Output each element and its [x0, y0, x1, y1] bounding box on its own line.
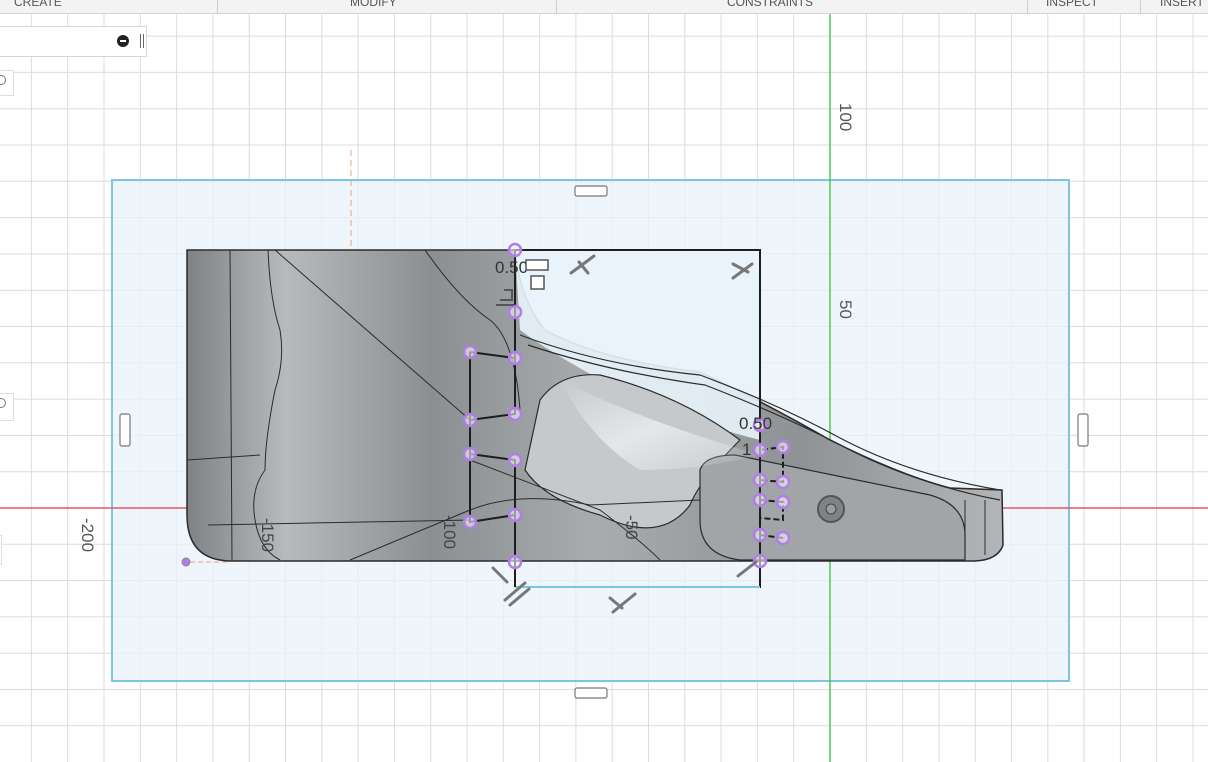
sketch-point[interactable] [507, 406, 523, 422]
sketch-point[interactable] [462, 412, 478, 428]
origin-icon[interactable] [817, 495, 845, 523]
sketch-icon[interactable] [525, 259, 549, 271]
tab-create[interactable]: CREATE [14, 0, 62, 9]
pin-icon[interactable] [140, 34, 144, 48]
sketch-point[interactable] [775, 494, 791, 510]
tab-insert[interactable]: INSERT [1160, 0, 1204, 9]
sketch-point[interactable] [507, 554, 523, 570]
browser-panel [0, 26, 147, 57]
toolbar: CREATE MODIFY CONSTRAINTS INSPECT INSERT [0, 0, 1208, 14]
sketch-point[interactable] [507, 350, 523, 366]
sketch-point[interactable] [752, 442, 768, 458]
sketch-point[interactable] [462, 344, 478, 360]
side-panel-stub[interactable] [0, 535, 2, 565]
tab-constraints[interactable]: CONSTRAINTS [727, 0, 813, 9]
circle-icon [0, 398, 6, 408]
toolbar-divider [217, 0, 218, 13]
axis-label-x-minus50: -50 [622, 515, 641, 540]
toolbar-divider [1027, 0, 1028, 13]
side-panel-stub[interactable] [0, 393, 14, 421]
dimension-label[interactable]: 1 [742, 440, 751, 459]
sketch-canvas[interactable]: 0.50 0.50 1 100 50 -200 -150 -100 -50 [0, 14, 1208, 762]
axis-label-y-100: 100 [836, 103, 855, 131]
sketch-point[interactable] [181, 557, 191, 567]
sketch-point[interactable] [507, 304, 523, 320]
sketch-point[interactable] [775, 530, 791, 546]
sketch-point[interactable] [775, 474, 791, 490]
axis-label-x-minus200: -200 [78, 518, 97, 552]
tab-modify[interactable]: MODIFY [350, 0, 397, 9]
sketch-point[interactable] [462, 446, 478, 462]
toolbar-divider [1140, 0, 1141, 13]
sketch-point[interactable] [752, 492, 768, 508]
sketch-point[interactable] [462, 514, 478, 530]
extrude-icon[interactable] [530, 275, 545, 290]
sketch-point[interactable] [775, 439, 791, 455]
circle-icon [0, 75, 6, 85]
axis-label-x-minus150: -150 [258, 518, 277, 552]
axis-label-x-minus100: -100 [440, 515, 459, 549]
sketch-point[interactable] [752, 527, 768, 543]
sketch-point[interactable] [507, 507, 523, 523]
sketch-point[interactable] [507, 452, 523, 468]
side-panel-stub[interactable] [0, 70, 14, 96]
minus-circle-icon[interactable] [117, 35, 129, 47]
tab-inspect[interactable]: INSPECT [1046, 0, 1098, 9]
dimension-label[interactable]: 0.50 [495, 258, 528, 277]
axis-label-y-50: 50 [836, 300, 855, 319]
sketch-point[interactable] [752, 472, 768, 488]
toolbar-divider [556, 0, 557, 13]
sketch-point[interactable] [507, 242, 523, 258]
dimension-label[interactable]: 0.50 [739, 414, 772, 433]
